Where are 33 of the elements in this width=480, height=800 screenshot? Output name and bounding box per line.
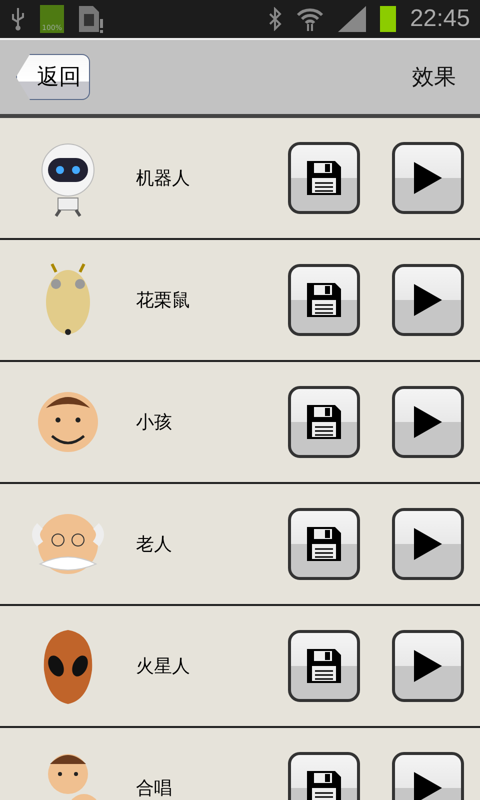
effect-name: 老人 — [136, 533, 173, 556]
cartoon-character-drawing — [38, 392, 98, 452]
play-icon — [412, 770, 444, 800]
save-button[interactable] — [288, 386, 360, 458]
play-icon — [412, 282, 444, 318]
play-icon — [412, 648, 444, 684]
save-button[interactable] — [288, 630, 360, 702]
play-icon — [412, 160, 444, 196]
signal-icon — [338, 6, 366, 32]
screen-title: 效果 — [412, 64, 456, 92]
wifi-icon — [296, 6, 324, 32]
play-icon — [412, 526, 444, 562]
back-button[interactable]: 返回 — [16, 54, 90, 100]
play-button[interactable] — [392, 142, 464, 214]
effect-name: 机器人 — [136, 167, 191, 190]
clock: 22:45 — [410, 5, 470, 33]
effect-name: 花栗鼠 — [136, 289, 191, 312]
bluetooth-icon — [268, 7, 282, 31]
play-button[interactable] — [392, 508, 464, 580]
save-button[interactable] — [288, 264, 360, 336]
usb-icon — [10, 7, 26, 31]
sim-card-icon — [78, 5, 104, 33]
play-button[interactable] — [392, 264, 464, 336]
save-button[interactable] — [288, 142, 360, 214]
effect-name: 小孩 — [136, 411, 173, 434]
play-icon — [412, 404, 444, 440]
effect-name: 火星人 — [136, 655, 191, 678]
cartoon-character-drawing — [32, 514, 104, 574]
battery-icon — [380, 6, 396, 32]
play-button[interactable] — [392, 630, 464, 702]
save-button[interactable] — [288, 508, 360, 580]
play-button[interactable] — [392, 386, 464, 458]
effect-name: 合唱 — [136, 777, 173, 800]
